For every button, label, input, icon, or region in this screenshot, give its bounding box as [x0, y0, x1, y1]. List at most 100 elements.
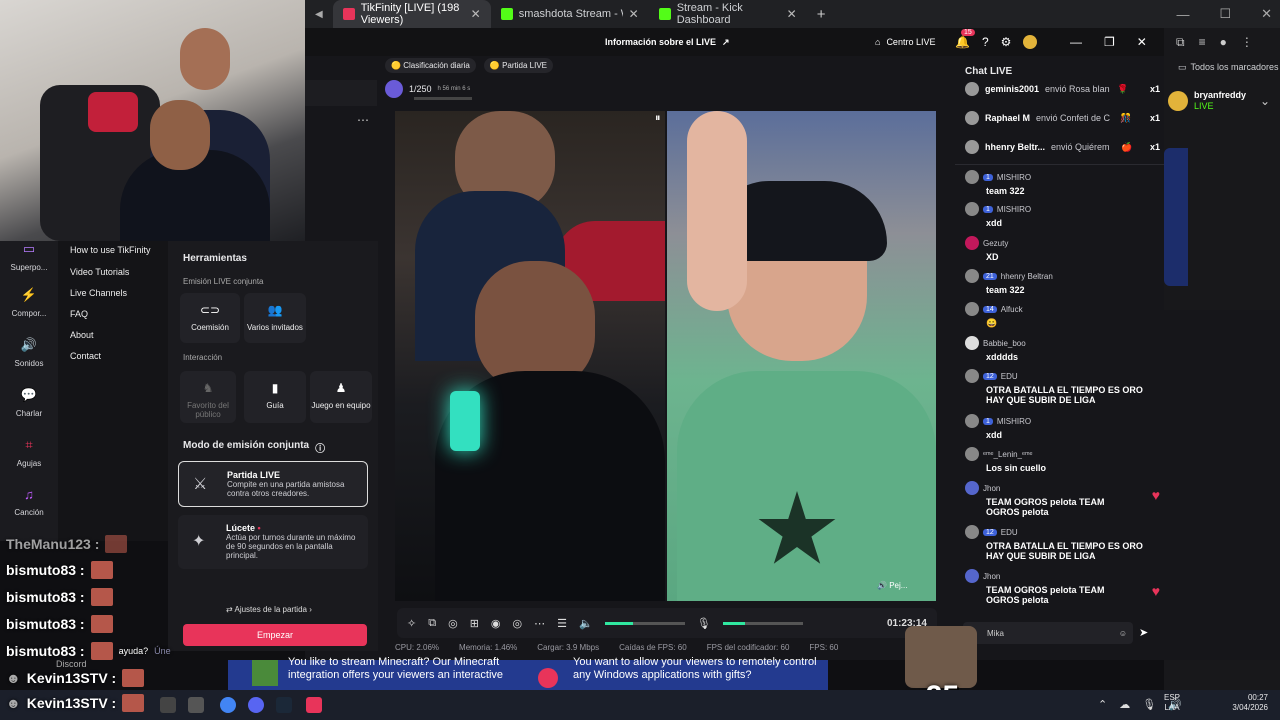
close-tab-icon[interactable]: ✕	[787, 7, 797, 21]
avatar[interactable]	[1023, 35, 1038, 49]
close-window-icon[interactable]: ✕	[1261, 6, 1272, 22]
sidebar-item-actions[interactable]: ⚡ Compor...	[0, 287, 58, 318]
chat-user[interactable]: MISHIRO	[997, 417, 1031, 426]
network-icon[interactable]: ☁	[1119, 698, 1130, 711]
chevron-up-icon[interactable]: ⌃	[1098, 698, 1107, 711]
filter-icon[interactable]: ◎	[448, 617, 458, 630]
discord-icon[interactable]	[248, 697, 264, 713]
chat-user[interactable]: EDU	[1001, 372, 1018, 381]
profile-icon[interactable]: ●	[1220, 35, 1227, 49]
live-center-link[interactable]: Centro LIVE	[886, 37, 935, 47]
magic-icon[interactable]: ✧	[407, 617, 416, 630]
more-options-icon[interactable]: ⋯	[357, 113, 369, 127]
chat-user[interactable]: Alfuck	[1001, 305, 1023, 314]
close-tab-icon[interactable]: ✕	[471, 7, 481, 21]
match-settings-link[interactable]: ⇄ Ajustes de la partida ›	[226, 605, 312, 614]
chat-user[interactable]: ᵉᵐᵉ_Lenin_ᵉᵐᵉ	[983, 450, 1033, 459]
live-match-tab[interactable]: 🟡 Partida LIVE	[483, 58, 553, 73]
menu-item-channels[interactable]: Live Channels	[70, 288, 127, 298]
gift-icon: 🌹	[1117, 83, 1129, 94]
extensions-icon[interactable]: ⧉	[1176, 35, 1185, 50]
live-info-title[interactable]: Información sobre el LIVE	[605, 37, 716, 47]
sidebar-item-sounds[interactable]: 🔊 Sonidos	[0, 337, 58, 368]
taskview-icon[interactable]	[188, 697, 204, 713]
effects-icon[interactable]: ⧉	[428, 617, 436, 630]
close-icon[interactable]: ✕	[1137, 35, 1147, 49]
chat-user[interactable]: EDU	[1001, 528, 1018, 537]
minimize-icon[interactable]: —	[1176, 7, 1189, 22]
gift-count: x1	[1149, 113, 1160, 123]
emoji-icon[interactable]: ☺	[1119, 629, 1127, 638]
browser-tab-kick-dashboard[interactable]: Stream - Kick Dashboard ✕	[649, 0, 807, 28]
maximize-icon[interactable]: ☐	[1219, 6, 1231, 22]
help-icon[interactable]: ⓘ	[315, 440, 325, 455]
sliders-icon[interactable]: ☰	[557, 617, 567, 630]
share-icon[interactable]: ↗	[722, 37, 730, 48]
minimize-icon[interactable]: —	[1070, 35, 1082, 49]
add-icon[interactable]: ⊞	[470, 617, 479, 630]
mic-icon[interactable]: 🎙	[1142, 698, 1156, 711]
daily-ranking-tab[interactable]: 🟡 Clasificación diaria	[385, 58, 476, 73]
menu-icon[interactable]: ⋮	[1241, 35, 1253, 49]
tab-scroll-icon[interactable]: ◀	[305, 9, 333, 20]
sidebar-item-needles[interactable]: ⌗ Agujas	[0, 437, 58, 468]
send-icon[interactable]: ➤	[1139, 626, 1148, 639]
menu-item-about[interactable]: About	[70, 330, 94, 340]
chat-user[interactable]: Jhon	[983, 572, 1000, 581]
sidebar-item-overlays[interactable]: ▭ Superpo...	[0, 241, 58, 272]
guide-button[interactable]: ▮ Guía	[244, 371, 306, 423]
volume-slider[interactable]	[604, 621, 685, 625]
sidebar-item-song[interactable]: ♫ Canción	[0, 487, 58, 517]
chat-user[interactable]: Jhon	[983, 484, 1000, 493]
chat-user[interactable]: Babbie_boo	[983, 339, 1026, 348]
mic-slider[interactable]	[722, 621, 803, 625]
sidebar-item-chat[interactable]: 💬 Charlar	[0, 387, 58, 418]
kick-logo-icon: ☻	[6, 695, 21, 711]
tool-label: Coemisión	[191, 323, 229, 332]
chat-user[interactable]: MISHIRO	[997, 205, 1031, 214]
gift-text: envió Rosa blan	[1045, 84, 1110, 94]
team-game-button[interactable]: ♟ Juego en equipo	[310, 371, 372, 423]
menu-item-faq[interactable]: FAQ	[70, 309, 88, 319]
language-indicator[interactable]: ESP LAA	[1164, 693, 1180, 713]
restore-icon[interactable]: ❐	[1104, 35, 1115, 49]
overlay-chat-line: bismuto83 : ayuda? Úne	[6, 642, 171, 660]
kick-user-menu[interactable]: bryanfreddy LIVE ⌄	[1164, 86, 1280, 116]
chat-user[interactable]: hhenry Beltran	[1001, 272, 1053, 281]
audience-favorite-button[interactable]: ♞ Favorito del público	[180, 371, 236, 423]
menu-item-how-to[interactable]: How to use TikFinity	[70, 245, 151, 255]
more-icon[interactable]: ⋯	[534, 617, 545, 630]
mic-icon[interactable]: 🎙	[697, 617, 711, 630]
close-tab-icon[interactable]: ✕	[629, 7, 639, 21]
chat-user[interactable]: Gezuty	[983, 239, 1008, 248]
steam-icon[interactable]	[276, 697, 292, 713]
chat-text: TEAM OGROS pelota TEAM OGROS pelota	[986, 497, 1105, 517]
notifications-icon[interactable]: 🔔 15	[955, 29, 975, 49]
volume-icon[interactable]: 🔈	[579, 617, 593, 630]
chat-user[interactable]: MISHIRO	[997, 173, 1031, 182]
search-icon[interactable]	[160, 697, 176, 713]
pause-icon[interactable]: ⏸	[655, 112, 661, 125]
sidebar-item-label: Canción	[14, 508, 44, 517]
menu-item-tutorials[interactable]: Video Tutorials	[70, 267, 129, 277]
menu-item-contact[interactable]: Contact	[70, 351, 101, 361]
chrome-icon[interactable]	[220, 697, 236, 713]
chat-input[interactable]: Mika ☺	[963, 622, 1133, 644]
gear-icon[interactable]: ⚙	[1001, 35, 1012, 49]
clock[interactable]: 00:27 3/04/2026	[1214, 693, 1268, 713]
cohost-button[interactable]: ⊂⊃ Coemisión	[180, 293, 240, 343]
multi-guest-button[interactable]: 👥 Varios invitados	[244, 293, 306, 343]
all-bookmarks-link[interactable]: Todos los marcadores	[1191, 62, 1279, 72]
browser-tab-tikfinity[interactable]: TikFinity [LIVE] (198 Viewers) ✕	[332, 0, 491, 28]
help-icon[interactable]: ?	[982, 35, 989, 49]
section-label: Interacción	[183, 353, 223, 362]
playlist-icon[interactable]: ≡	[1199, 35, 1206, 49]
mode-card-partida-live[interactable]: ⚔ Partida LIVE Compite en una partida am…	[178, 461, 368, 507]
section-label: Emisión LIVE conjunta	[183, 277, 264, 286]
record-icon[interactable]: ◉	[491, 617, 501, 630]
tikfinity-icon[interactable]	[306, 697, 322, 713]
new-tab-icon[interactable]: +	[807, 6, 836, 23]
browser-tab-smashdota[interactable]: smashdota Stream - Watch Live ✕	[491, 0, 649, 28]
gift-row: Raphael M envió Confeti de C 🎊 x1	[965, 111, 1160, 125]
camera-icon[interactable]: ◎	[513, 617, 523, 630]
